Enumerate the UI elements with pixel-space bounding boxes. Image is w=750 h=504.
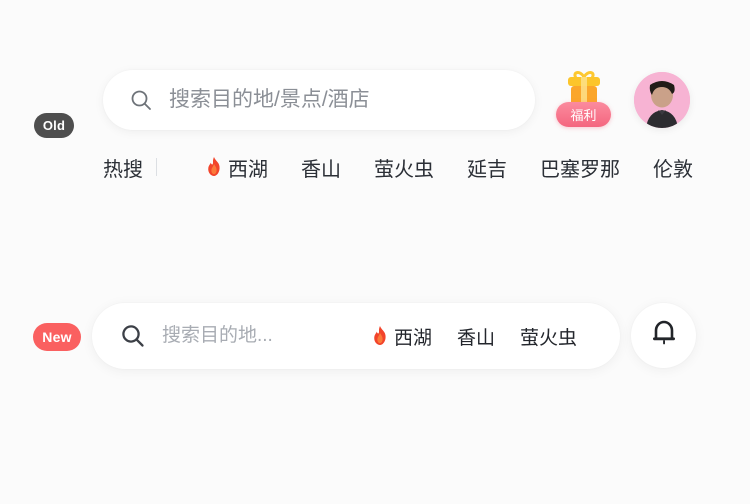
search-input-old[interactable] <box>169 88 499 112</box>
tag-yinghuochong[interactable]: 萤火虫 <box>520 323 577 350</box>
bell-icon <box>649 317 679 354</box>
old-search-variant: Old 福利 <box>0 0 750 200</box>
flame-icon <box>205 157 223 177</box>
tag-label: 西湖 <box>394 327 433 349</box>
tag-yinghuochong[interactable]: 萤火虫 <box>374 153 434 182</box>
tag-xiangshan[interactable]: 香山 <box>457 323 495 350</box>
flame-icon <box>371 326 389 346</box>
old-search-bar[interactable] <box>103 70 535 130</box>
tag-xihu[interactable]: 西湖 <box>371 323 432 350</box>
tag-xihu[interactable]: 西湖 <box>205 153 268 182</box>
notification-bell-button[interactable] <box>631 303 696 368</box>
tag-divider <box>156 158 157 176</box>
variant-badge-old: Old <box>34 113 74 138</box>
tag-label: 萤火虫 <box>374 158 434 181</box>
search-input-new[interactable] <box>162 325 367 347</box>
new-search-bar[interactable]: 西湖 香山 萤火虫 <box>92 303 620 369</box>
welfare-badge: 福利 <box>556 102 611 127</box>
search-icon <box>129 88 153 112</box>
new-hot-tags: 西湖 香山 萤火虫 <box>371 323 577 350</box>
gift-promo-button[interactable]: 福利 <box>556 68 612 132</box>
search-icon <box>120 323 146 349</box>
tag-label: 香山 <box>301 158 341 181</box>
old-hot-tags: 热搜 西湖 香山 萤火虫 延吉 巴塞罗那 伦敦 <box>103 152 726 182</box>
tag-barcelona[interactable]: 巴塞罗那 <box>540 153 620 182</box>
tag-label: 香山 <box>457 327 496 349</box>
tag-label: 萤火虫 <box>520 327 578 349</box>
tag-label: 巴塞罗那 <box>540 158 620 181</box>
variant-badge-new: New <box>33 323 81 351</box>
tag-label: 延吉 <box>467 158 507 181</box>
tag-london[interactable]: 伦敦 <box>653 153 693 182</box>
tag-label: 西湖 <box>228 158 268 181</box>
avatar[interactable] <box>634 72 690 128</box>
tag-xiangshan[interactable]: 香山 <box>301 153 341 182</box>
tag-yanji[interactable]: 延吉 <box>467 153 507 182</box>
tag-label: 伦敦 <box>653 158 693 181</box>
hot-search-label: 热搜 <box>103 153 172 182</box>
